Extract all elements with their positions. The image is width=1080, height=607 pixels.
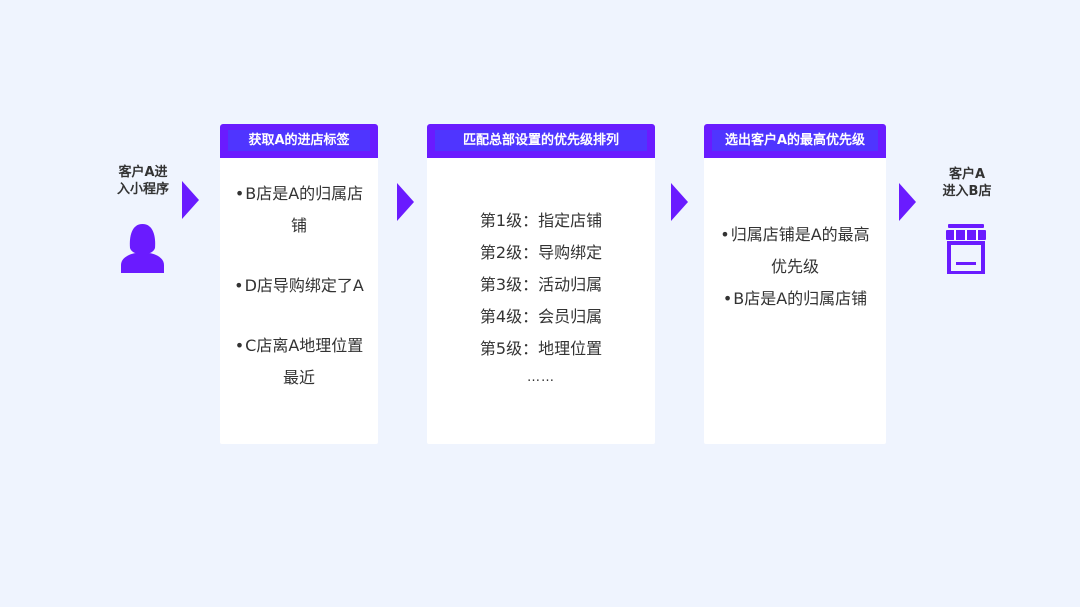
level-label: 第3级：: [479, 275, 539, 294]
card-title: 选出客户A的最高优先级: [712, 130, 878, 151]
level-label: 第4级：: [479, 307, 539, 326]
level-value: 会员归属: [538, 307, 603, 326]
bullet-item: •D店导购绑定了A: [220, 270, 378, 302]
card-header: 匹配总部设置的优先级排列: [427, 124, 655, 158]
store-icon: [945, 224, 987, 275]
start-label: 客户A进 入小程序: [116, 165, 169, 197]
card-body: •B店是A的归属店铺 •D店导购绑定了A •C店离A地理位置最近: [220, 178, 378, 394]
start-actor: 客户A进 入小程序: [108, 164, 178, 198]
bullet-dot: •: [234, 336, 245, 355]
level-label: 第5级：: [479, 339, 539, 358]
step-card-result: 选出客户A的最高优先级 •归属店铺是A的最高优先级 •B店是A的归属店铺: [704, 124, 886, 444]
user-icon: [119, 218, 166, 274]
level-value: 活动归属: [538, 275, 603, 294]
level-label: 第1级：: [479, 211, 539, 230]
bullet-dot: •: [722, 289, 733, 308]
flow-diagram: { "colors": { "background": "#eff4fe", "…: [0, 0, 1080, 607]
flow-arrow-1: [182, 181, 199, 219]
card-header: 获取A的进店标签: [220, 124, 378, 158]
bullet-text: 归属店铺是A的最高优先级: [730, 225, 870, 276]
flow-arrow-2: [397, 183, 414, 221]
card-body: 第1级：指定店铺 第2级：导购绑定 第3级：活动归属 第4级：会员归属 第5级：…: [427, 205, 655, 391]
bullet-item: •B店是A的归属店铺: [704, 283, 886, 315]
bullet-item: •归属店铺是A的最高优先级: [704, 219, 886, 283]
level-label: 第2级：: [479, 243, 539, 262]
step-card-tags: 获取A的进店标签 •B店是A的归属店铺 •D店导购绑定了A •C店离A地理位置最…: [220, 124, 378, 444]
bullet-text: B店是A的归属店铺: [245, 184, 364, 235]
bullet-text: B店是A的归属店铺: [733, 289, 868, 308]
bullet-text: D店导购绑定了A: [244, 276, 364, 295]
step-card-priority: 匹配总部设置的优先级排列 第1级：指定店铺 第2级：导购绑定 第3级：活动归属 …: [427, 124, 655, 444]
bullet-item: •C店离A地理位置最近: [220, 330, 378, 394]
level-value: 指定店铺: [538, 211, 603, 230]
card-title: 匹配总部设置的优先级排列: [435, 130, 647, 151]
flow-arrow-3: [671, 183, 688, 221]
bullet-text: C店离A地理位置最近: [245, 336, 364, 387]
level-row: 第2级：导购绑定: [427, 237, 655, 269]
card-title: 获取A的进店标签: [228, 130, 370, 151]
bullet-dot: •: [234, 276, 244, 295]
level-row: 第1级：指定店铺: [427, 205, 655, 237]
end-actor: 客户A 进入B店: [932, 166, 1002, 200]
card-header: 选出客户A的最高优先级: [704, 124, 886, 158]
more-ellipsis: ……: [527, 370, 555, 385]
level-row: 第4级：会员归属: [427, 301, 655, 333]
bullet-item: •B店是A的归属店铺: [220, 178, 378, 242]
bullet-dot: •: [720, 225, 730, 244]
level-row: 第3级：活动归属: [427, 269, 655, 301]
level-value: 导购绑定: [538, 243, 603, 262]
card-body: •归属店铺是A的最高优先级 •B店是A的归属店铺: [704, 219, 886, 315]
level-row: 第5级：地理位置: [427, 333, 655, 365]
end-label: 客户A 进入B店: [942, 167, 992, 199]
bullet-dot: •: [234, 184, 245, 203]
flow-arrow-4: [899, 183, 916, 221]
level-value: 地理位置: [538, 339, 603, 358]
